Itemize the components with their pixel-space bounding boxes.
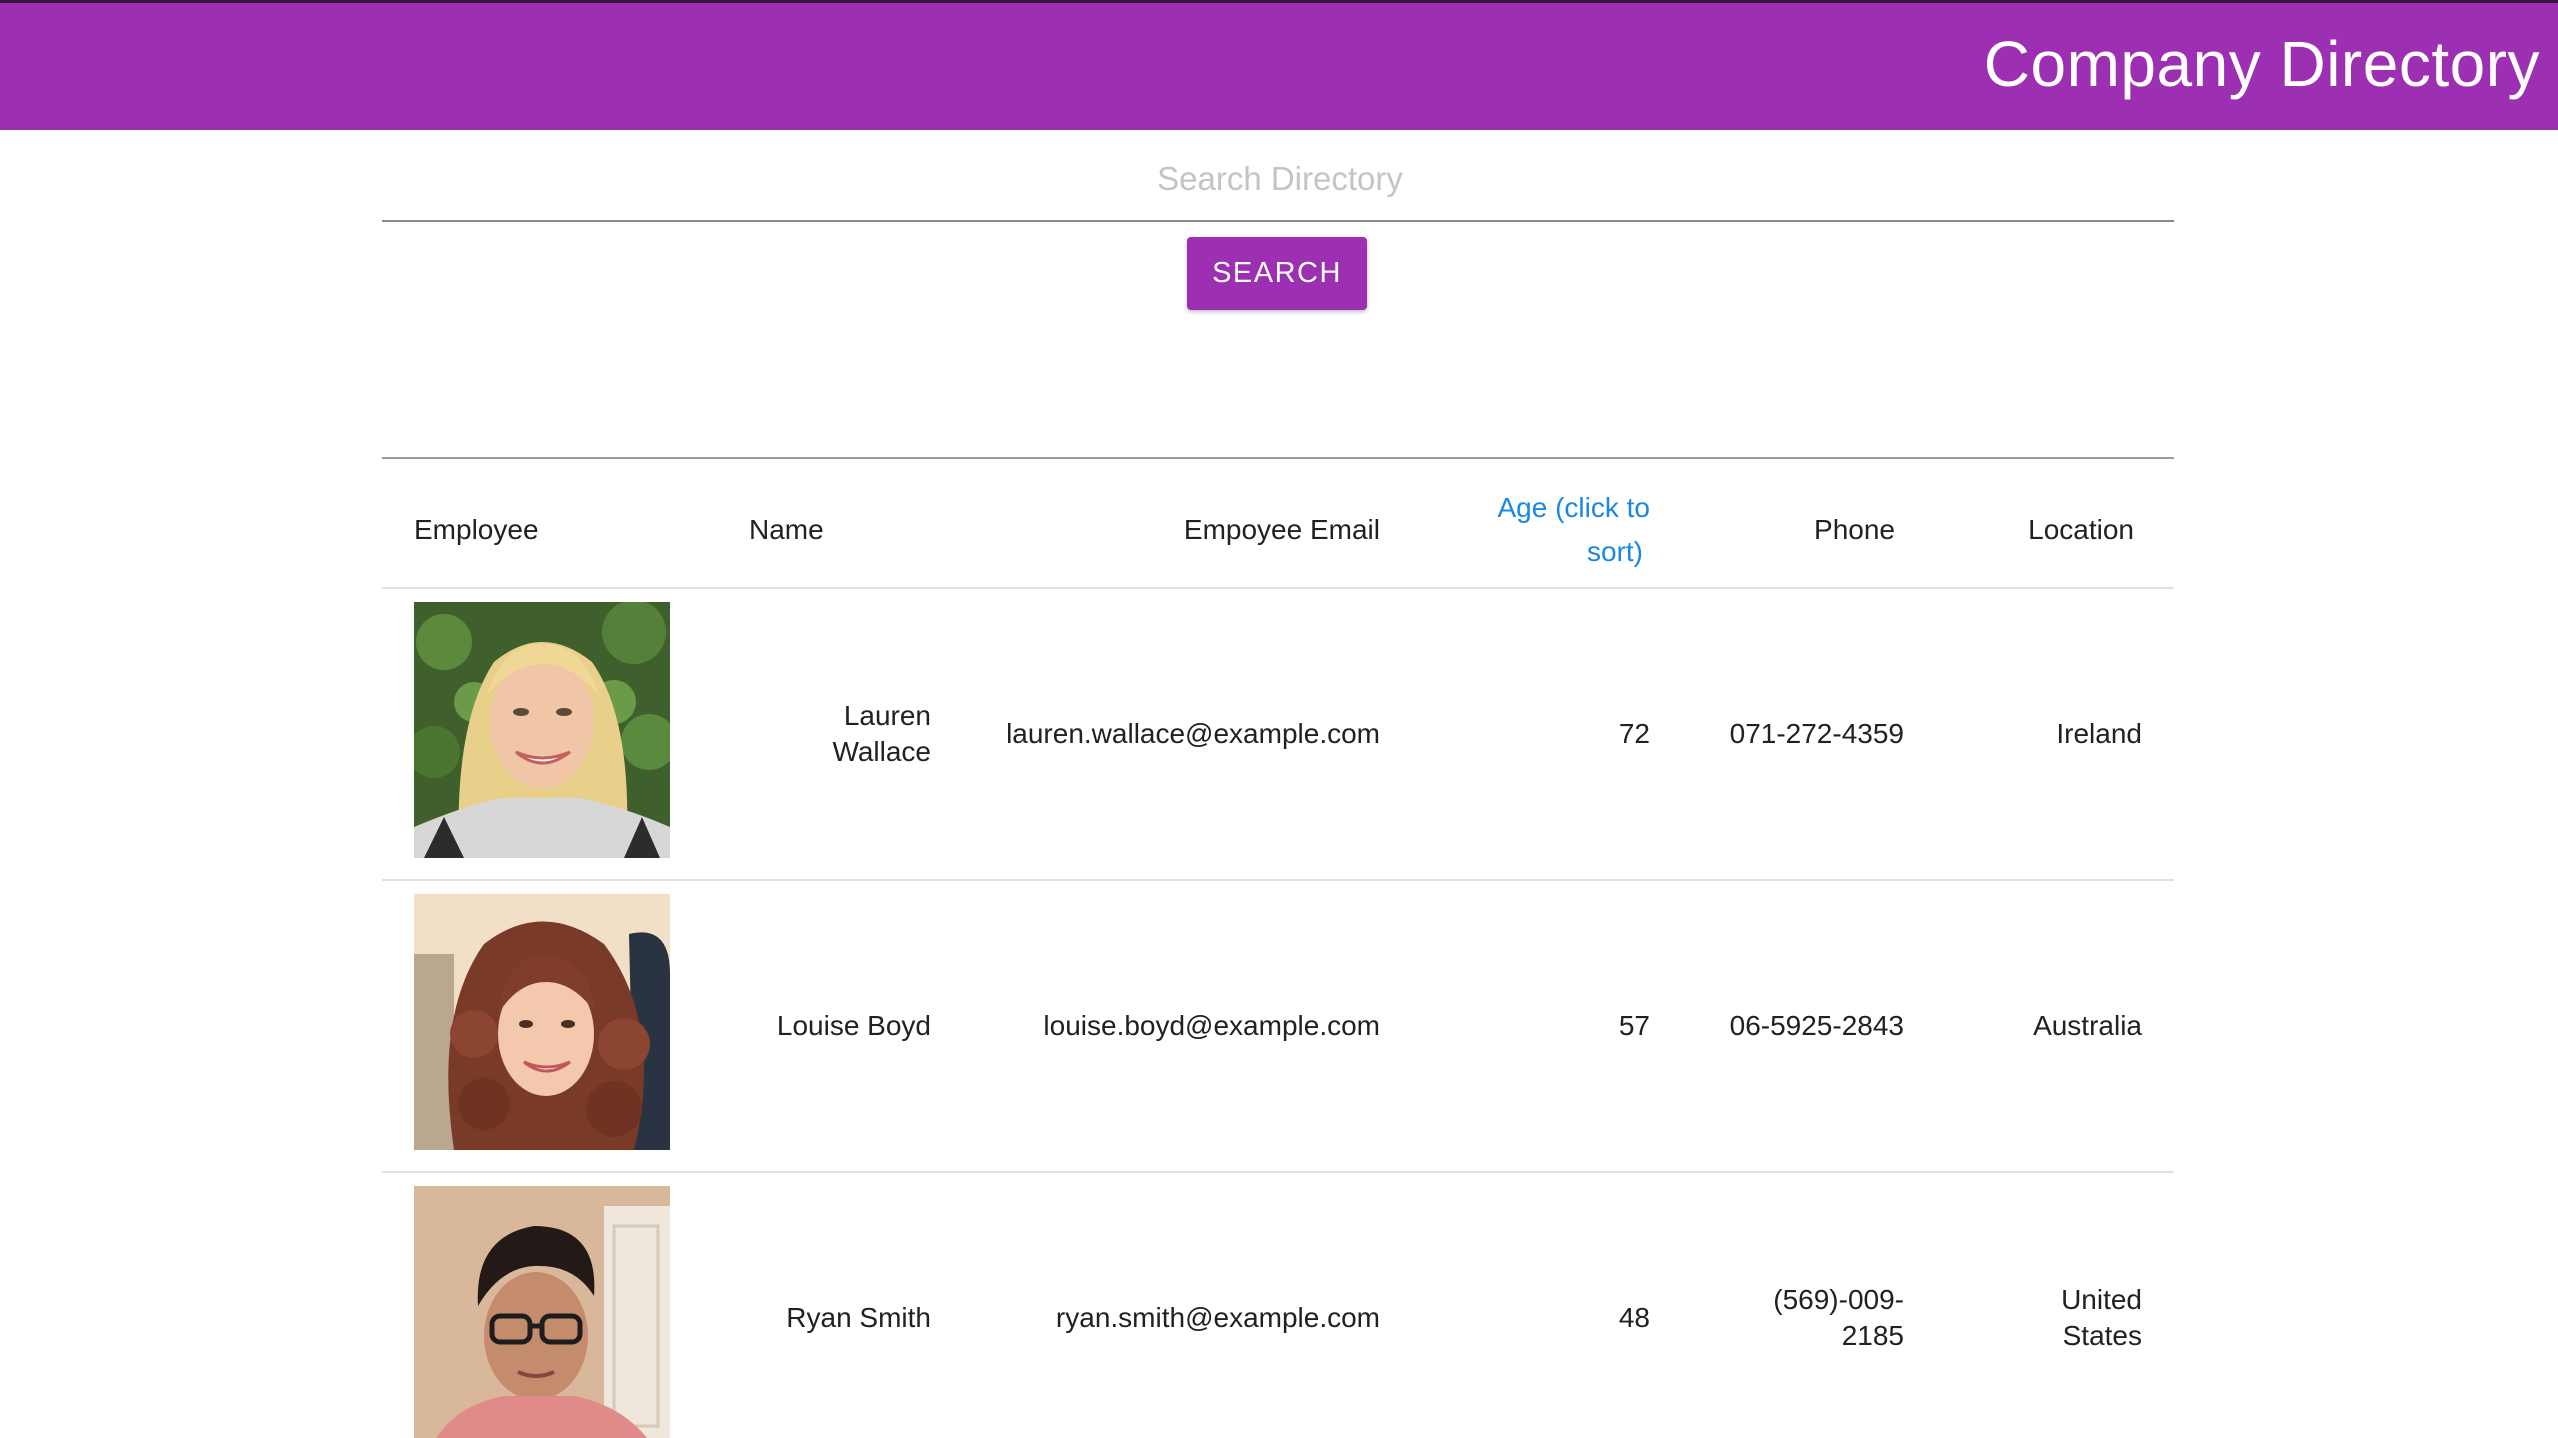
employee-name: Louise Boyd <box>760 1008 931 1044</box>
app-header: Company Directory <box>0 3 2558 130</box>
search-input[interactable] <box>382 140 2178 218</box>
employee-avatar <box>414 894 670 1150</box>
phone-line: 06-5925-2843 <box>1729 1010 1904 1041</box>
age-sort-label-line1: Age (click to <box>1497 492 1651 523</box>
name-line: Ryan Smith <box>786 1302 931 1333</box>
phone-line: 071-272-4359 <box>1729 718 1904 749</box>
row-divider <box>382 1171 2174 1173</box>
column-header-phone: Phone <box>1814 514 1895 545</box>
column-header-employee: Employee <box>414 514 539 545</box>
phone-line: 2185 <box>1841 1320 1904 1351</box>
column-header-name: Name <box>749 514 824 545</box>
phone-line: (569)-009- <box>1773 1284 1904 1315</box>
column-header-age-sort[interactable]: Age (click to sort) <box>1460 486 1651 574</box>
name-line: Lauren <box>843 700 931 731</box>
employee-avatar <box>414 1186 670 1438</box>
employee-phone: 071-272-4359 <box>1700 716 1904 752</box>
employee-location: Australia <box>1960 1008 2142 1044</box>
employee-age: 57 <box>1618 1010 1650 1041</box>
employee-avatar <box>414 602 670 858</box>
employee-location: United States <box>1960 1282 2142 1354</box>
location-line: Ireland <box>2056 718 2142 749</box>
employee-location: Ireland <box>1960 716 2142 752</box>
employee-phone: 06-5925-2843 <box>1700 1008 1904 1044</box>
location-line: States <box>2062 1320 2142 1351</box>
employee-phone: (569)-009- 2185 <box>1700 1282 1904 1354</box>
employee-name: Lauren Wallace <box>760 698 931 770</box>
employee-email: louise.boyd@example.com <box>1043 1010 1380 1041</box>
employee-email: ryan.smith@example.com <box>1055 1302 1380 1333</box>
row-divider <box>382 587 2174 589</box>
employee-email: lauren.wallace@example.com <box>1006 718 1380 749</box>
column-header-email: Empoyee Email <box>1183 514 1380 545</box>
location-line: United <box>2061 1284 2142 1315</box>
search-button[interactable]: SEARCH <box>1187 237 1367 310</box>
employee-age: 72 <box>1618 718 1650 749</box>
location-line: Australia <box>2033 1010 2142 1041</box>
column-header-location: Location <box>2028 514 2134 545</box>
employee-name: Ryan Smith <box>760 1300 931 1336</box>
age-sort-label-line2: sort) <box>1587 536 1643 567</box>
name-line: Wallace <box>832 736 931 767</box>
page-title: Company Directory <box>1983 28 2540 100</box>
table-top-border <box>382 457 2174 459</box>
search-field <box>382 140 2178 222</box>
name-line: Louise Boyd <box>776 1010 931 1041</box>
row-divider <box>382 879 2174 881</box>
employee-age: 48 <box>1618 1302 1650 1333</box>
